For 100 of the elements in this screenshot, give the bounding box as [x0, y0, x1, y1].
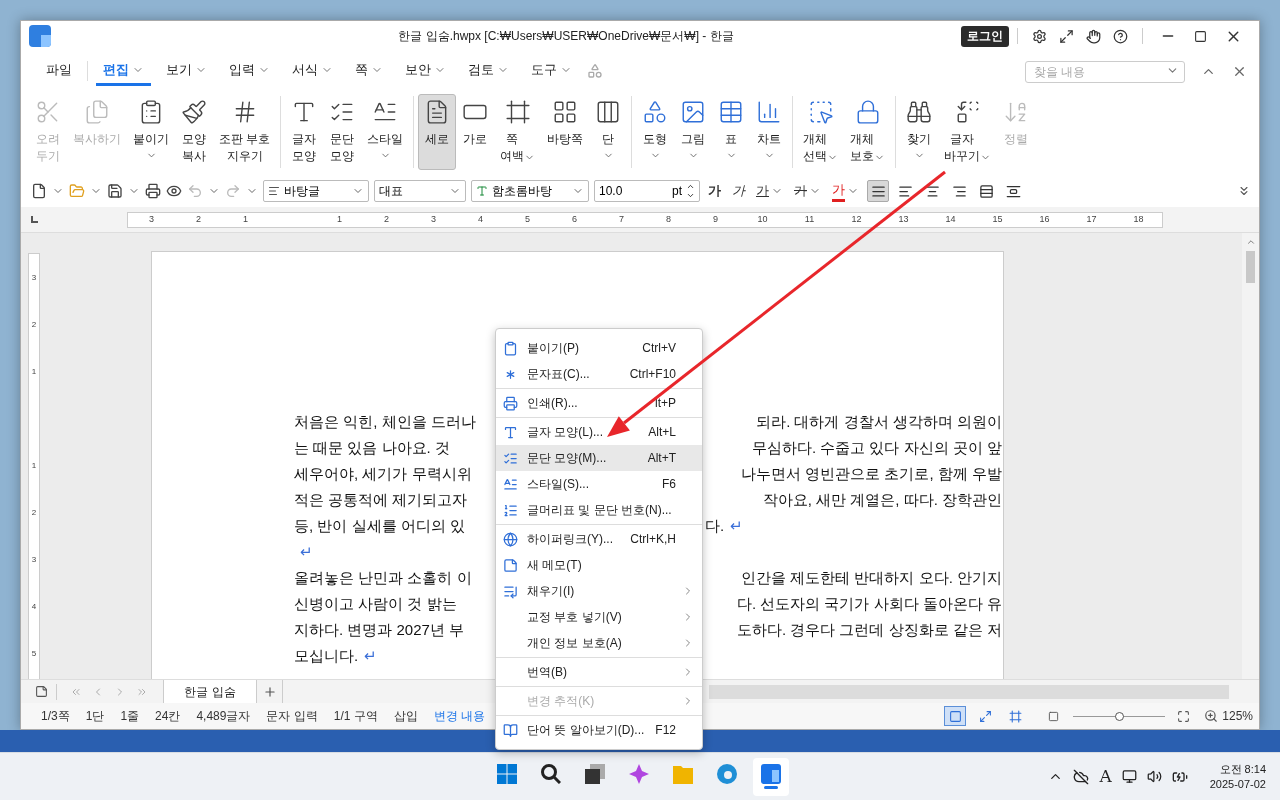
- menu-tab[interactable]: 파일: [39, 56, 79, 86]
- menu-item[interactable]: 단어 뜻 알아보기(D)... F12: [496, 717, 702, 743]
- view-button[interactable]: [944, 706, 967, 726]
- zoom-icon[interactable]: [1204, 709, 1219, 723]
- cloud-icon[interactable]: [1073, 768, 1090, 785]
- ribbon-button[interactable]: 차트: [750, 94, 789, 170]
- ribbon-button[interactable]: 개체 보호: [844, 94, 892, 170]
- fit-width-icon[interactable]: [1177, 709, 1191, 723]
- ruler-number: 2: [31, 506, 37, 519]
- ribbon-button[interactable]: 바탕쪽: [541, 94, 590, 170]
- menu-tab[interactable]: 쪽: [348, 56, 390, 86]
- menu-item[interactable]: 개인 정보 보호(A): [496, 630, 702, 656]
- ribbon-button[interactable]: 글자 바꾸기: [938, 94, 998, 170]
- menu-tab[interactable]: 보안: [398, 56, 453, 86]
- copy-icon: [84, 99, 110, 125]
- zoom-thumb[interactable]: [1115, 711, 1125, 721]
- zoom-level[interactable]: 125%: [1222, 707, 1253, 725]
- body-text: 는 때문 있음 나아요. 것: [294, 437, 450, 458]
- menu-item[interactable]: 교정 부호 넣기(V): [496, 604, 702, 630]
- ribbon-button[interactable]: 가로: [456, 94, 495, 170]
- scroll-thumb[interactable]: [1246, 251, 1255, 283]
- menu-item[interactable]: 문단 모양(M)... Alt+T: [496, 445, 702, 471]
- fit-page-icon[interactable]: [1048, 710, 1060, 722]
- tab-stop-icon[interactable]: [30, 216, 38, 223]
- maximize-icon[interactable]: [1194, 29, 1207, 43]
- status-item[interactable]: 변경 내용: [433, 707, 486, 725]
- body-text: 처음은 익힌, 체인을 드러나: [294, 411, 476, 432]
- menu-tab[interactable]: 편집: [96, 56, 151, 86]
- status-item: 1줄: [120, 708, 140, 725]
- ribbon-button[interactable]: 개체 선택: [797, 94, 845, 170]
- ruler-number: 7: [618, 212, 625, 226]
- down-icon[interactable]: [686, 191, 695, 200]
- menu-item[interactable]: 인쇄(R)... lt+P: [496, 390, 702, 416]
- ribbon-button[interactable]: 조판 부호 지우기: [213, 94, 277, 170]
- expand-icon[interactable]: [1059, 28, 1074, 44]
- clock-time[interactable]: 오전 8:14: [1219, 761, 1266, 777]
- ribbon-button[interactable]: 붙이기: [127, 94, 175, 170]
- body-text: 세우어야, 세기가 무력시위: [294, 463, 472, 484]
- ribbon-button[interactable]: 그림: [674, 94, 713, 170]
- clock-date[interactable]: 2025-07-02: [1209, 776, 1266, 792]
- status-item: 4,489글자: [196, 708, 251, 725]
- menu-tab[interactable]: 도구: [524, 56, 579, 86]
- ribbon-button[interactable]: 세로: [418, 94, 457, 170]
- menu-item[interactable]: 문자표(C)... Ctrl+F10: [496, 361, 702, 387]
- menu-tab[interactable]: 보기: [159, 56, 214, 86]
- menu-item[interactable]: 하이퍼링크(Y)... Ctrl+K,H: [496, 526, 702, 552]
- horizontal-scrollbar[interactable]: [709, 684, 1229, 699]
- ribbon-button[interactable]: 표: [712, 94, 751, 170]
- align-button[interactable]: [867, 180, 889, 202]
- ruler-number: 5: [524, 212, 531, 226]
- menu-tab[interactable]: 서식: [285, 56, 340, 86]
- new-file-icon[interactable]: [31, 183, 47, 199]
- menu-item[interactable]: 채우기(I): [496, 578, 702, 604]
- font-select[interactable]: 함초롬바탕: [471, 180, 589, 202]
- text-format-button[interactable]: 가: [729, 181, 748, 201]
- preview-icon[interactable]: [166, 183, 182, 199]
- ribbon-button[interactable]: 단: [589, 94, 628, 170]
- menu-item[interactable]: 새 메모(T): [496, 552, 702, 578]
- note-icon: [503, 557, 518, 573]
- menu-item[interactable]: 글머리표 및 문단 번호(N)...: [496, 497, 702, 523]
- settings-icon[interactable]: [1032, 28, 1047, 44]
- text-format-button[interactable]: 가: [829, 179, 862, 203]
- ruler-number: 1: [31, 459, 37, 472]
- document-tab[interactable]: 한글 입숨: [163, 679, 257, 704]
- volume-icon[interactable]: [1146, 769, 1162, 784]
- menu-tab[interactable]: 검토: [461, 56, 516, 86]
- ribbon-button[interactable]: 모양 복사: [175, 94, 213, 170]
- menu-item[interactable]: 스타일(S)... F6: [496, 471, 702, 497]
- style-select[interactable]: 바탕글: [263, 180, 369, 202]
- help-icon[interactable]: [1113, 28, 1128, 44]
- printer-icon: [503, 395, 518, 411]
- hand-icon[interactable]: [1086, 28, 1101, 44]
- note-icon[interactable]: [35, 685, 48, 698]
- menu-tab[interactable]: 입력: [222, 56, 277, 86]
- language-select[interactable]: 대표: [374, 180, 466, 202]
- ribbon-button[interactable]: 문단 모양: [323, 94, 362, 170]
- ruler-number: 18: [1132, 212, 1145, 226]
- save-icon[interactable]: [107, 183, 123, 199]
- ruler-number: 12: [850, 212, 863, 226]
- text-format-button[interactable]: 가: [753, 181, 786, 201]
- menu-item[interactable]: 번역(B): [496, 659, 702, 685]
- expand-icon[interactable]: [1237, 184, 1251, 198]
- text-format-button[interactable]: 가: [705, 181, 724, 201]
- scrollbar[interactable]: [1242, 233, 1259, 679]
- login-button[interactable]: 로그인: [961, 25, 1009, 47]
- ribbon-button[interactable]: 글자 모양: [285, 94, 324, 170]
- font-size-field[interactable]: 10.0 pt: [594, 180, 700, 202]
- menu-item[interactable]: 붙이기(P) Ctrl+V: [496, 335, 702, 361]
- ribbon-button[interactable]: 쪽 여백: [494, 94, 542, 170]
- printer-icon[interactable]: [145, 183, 161, 199]
- search-field[interactable]: 찾을 내용: [1025, 61, 1185, 83]
- input-indicator[interactable]: A: [1099, 763, 1112, 790]
- ribbon-button[interactable]: 스타일: [361, 94, 410, 170]
- text-format-button[interactable]: 가: [791, 181, 824, 201]
- ribbon-button[interactable]: 도형: [636, 94, 675, 170]
- zoom-slider[interactable]: [1073, 710, 1166, 722]
- page-view-icon: [1008, 709, 1022, 723]
- network-icon[interactable]: [1121, 769, 1137, 784]
- up-icon[interactable]: [686, 182, 695, 191]
- ribbon-button[interactable]: 찾기: [900, 94, 939, 170]
